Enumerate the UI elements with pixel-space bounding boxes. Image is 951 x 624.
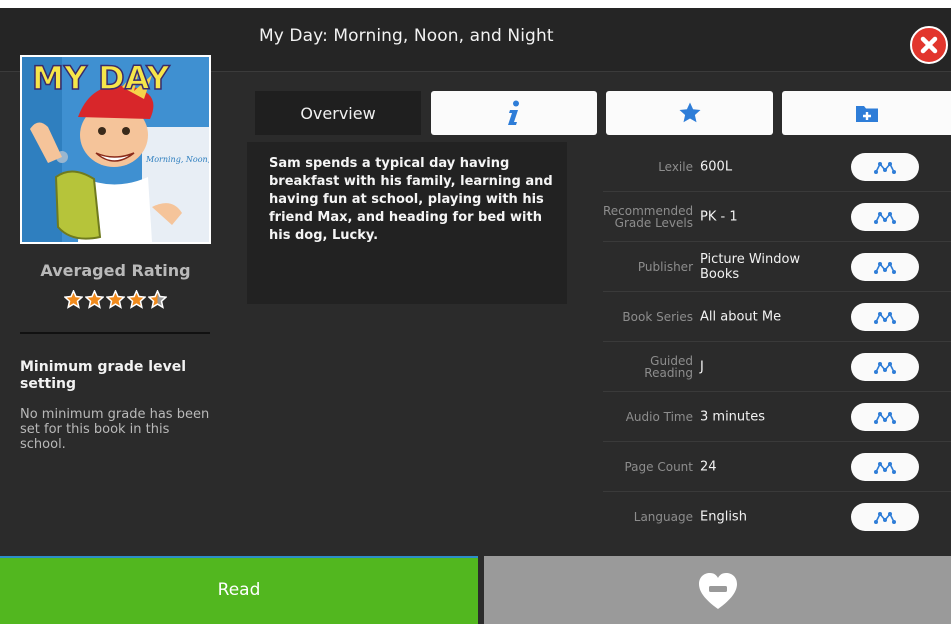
details-list: Lexile 600L Recommended Grade Levels PK - 1… bbox=[603, 142, 951, 542]
related-search-button[interactable] bbox=[851, 303, 919, 331]
close-icon bbox=[920, 36, 938, 54]
detail-label: Lexile bbox=[658, 159, 693, 174]
detail-value: All about Me bbox=[700, 309, 782, 324]
info-icon bbox=[508, 100, 519, 125]
detail-label: Publisher bbox=[637, 259, 693, 274]
related-search-button[interactable] bbox=[851, 503, 919, 531]
favorite-button[interactable] bbox=[484, 556, 951, 624]
related-icon bbox=[874, 362, 896, 374]
detail-row: Book Series All about Me bbox=[603, 292, 951, 342]
detail-row: Lexile 600L bbox=[603, 142, 951, 192]
cover-illustration: MY DAY Morning, Noon, and Night bbox=[22, 57, 209, 242]
related-icon bbox=[874, 462, 896, 474]
book-cover: MY DAY Morning, Noon, and Night bbox=[20, 55, 211, 244]
detail-row: Language English bbox=[603, 492, 951, 542]
related-search-button[interactable] bbox=[851, 153, 919, 181]
detail-label: Language bbox=[633, 510, 693, 524]
detail-label: Book Series bbox=[622, 309, 693, 324]
star-icon bbox=[679, 102, 700, 123]
read-button[interactable]: Read bbox=[0, 556, 478, 624]
related-icon bbox=[874, 212, 896, 224]
detail-value: English bbox=[700, 509, 747, 525]
tab-info[interactable] bbox=[431, 91, 597, 135]
related-search-button[interactable] bbox=[851, 403, 919, 431]
read-button-label: Read bbox=[217, 580, 261, 600]
tab-add-to-folder[interactable] bbox=[782, 91, 951, 135]
heart-icon bbox=[698, 573, 737, 609]
detail-value: J bbox=[700, 359, 704, 374]
detail-row: Audio Time 3 minutes bbox=[603, 392, 951, 442]
related-search-button[interactable] bbox=[851, 453, 919, 481]
cover-subtitle: Morning, Noon, and Night bbox=[145, 155, 209, 164]
star-icon bbox=[127, 290, 146, 309]
tab-overview-label: Overview bbox=[300, 103, 376, 123]
star-icon bbox=[148, 290, 167, 309]
divider bbox=[20, 332, 210, 334]
related-search-button[interactable] bbox=[851, 353, 919, 381]
star-icon bbox=[85, 290, 104, 309]
related-icon bbox=[874, 412, 896, 424]
detail-value: 600L bbox=[700, 159, 733, 174]
detail-row: Publisher Picture Window Books bbox=[603, 242, 951, 292]
related-search-button[interactable] bbox=[851, 253, 919, 281]
rating-stars bbox=[20, 290, 211, 309]
related-icon bbox=[874, 262, 896, 274]
related-icon bbox=[874, 162, 896, 174]
detail-row: Guided Reading J bbox=[603, 342, 951, 392]
detail-value: 3 minutes bbox=[700, 409, 766, 424]
min-grade-text: No minimum grade has been set for this b… bbox=[20, 407, 210, 452]
book-summary: Sam spends a typical day having breakfas… bbox=[269, 156, 553, 243]
add-folder-icon bbox=[855, 106, 878, 122]
detail-label: Audio Time bbox=[625, 409, 693, 424]
book-details-dialog: My Day: Morning, Noon, and Night MY DAY bbox=[0, 8, 951, 624]
close-button[interactable] bbox=[910, 26, 948, 64]
star-icon bbox=[64, 290, 83, 309]
detail-row: Recommended Grade Levels PK - 1 bbox=[603, 192, 951, 242]
related-search-button[interactable] bbox=[851, 203, 919, 231]
tab-favorite[interactable] bbox=[606, 91, 773, 135]
cover-title: MY DAY bbox=[32, 59, 170, 97]
page-title: My Day: Morning, Noon, and Night bbox=[259, 26, 554, 46]
detail-label: Page Count bbox=[624, 459, 693, 474]
detail-row: Page Count 24 bbox=[603, 442, 951, 492]
detail-value: PK - 1 bbox=[700, 209, 738, 224]
related-icon bbox=[874, 512, 896, 524]
tab-overview[interactable]: Overview bbox=[255, 91, 421, 135]
averaged-rating-label: Averaged Rating bbox=[40, 261, 191, 280]
detail-label: Recommended Grade Levels bbox=[603, 203, 694, 230]
summary-panel: Sam spends a typical day having breakfas… bbox=[247, 142, 567, 304]
star-icon bbox=[106, 290, 125, 309]
detail-value: Picture Window Books bbox=[700, 251, 801, 282]
related-icon bbox=[874, 312, 896, 324]
detail-value: 24 bbox=[700, 459, 717, 474]
min-grade-title: Minimum grade level setting bbox=[20, 359, 186, 392]
detail-label: Guided Reading bbox=[644, 353, 693, 380]
